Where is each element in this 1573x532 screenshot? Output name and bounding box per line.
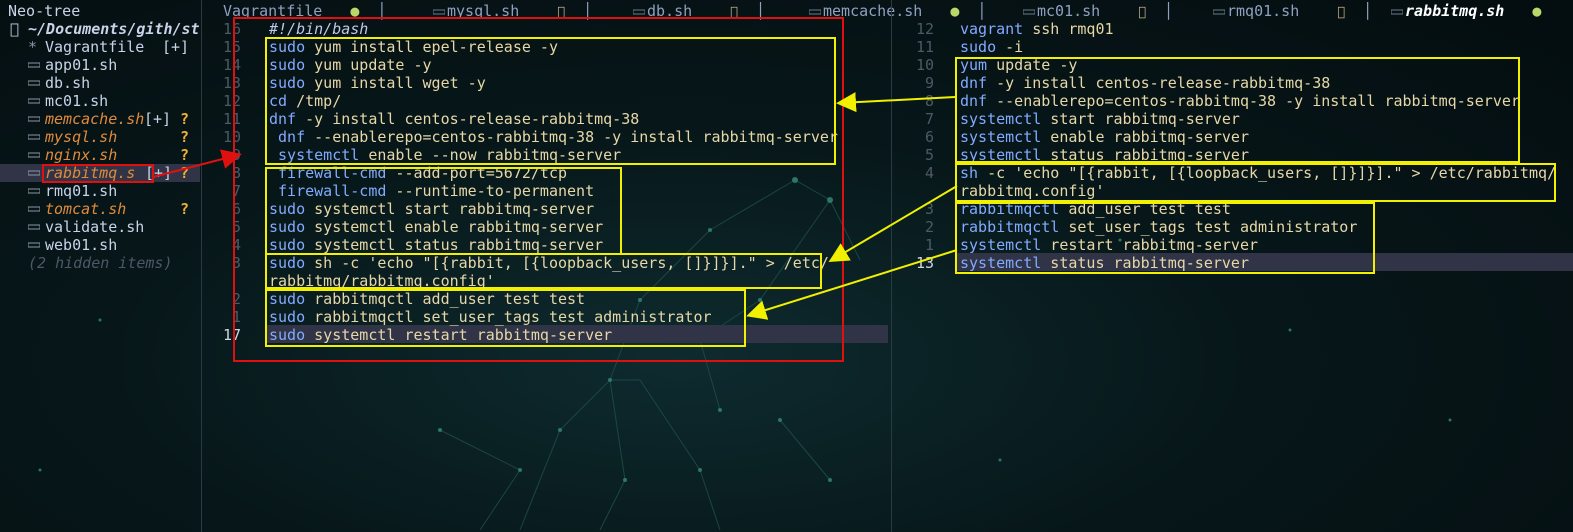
tree-item-label: tomcat.sh — [45, 200, 127, 218]
file-icon — [27, 218, 41, 236]
line-number: 13 — [915, 254, 934, 272]
line-number: 10 — [915, 56, 934, 74]
tree-item[interactable]: rmq01.sh — [0, 182, 200, 200]
tab-label: rmq01.sh — [1227, 2, 1300, 20]
tree-item[interactable]: db.sh — [0, 74, 200, 92]
line-number: 9 — [924, 74, 934, 92]
tab-rabbitmq-sh[interactable]: rabbitmq.sh ● — [1390, 2, 1542, 20]
tab-label: rabbitmq.sh — [1405, 2, 1505, 20]
modified-dot-icon: ● — [1532, 2, 1542, 20]
code-text: vagrant ssh rmq01 — [960, 20, 1114, 38]
sidebar-focus-box — [42, 164, 154, 183]
tree-item[interactable]: validate.sh — [0, 218, 200, 236]
folder-open-icon: 󰝰 — [10, 20, 20, 38]
line-number: 6 — [924, 128, 934, 146]
annotation-box-users — [265, 289, 746, 347]
git-untracked-icon: ? — [180, 110, 190, 128]
line-number: 4 — [924, 164, 934, 182]
tree-item[interactable]: nginx.sh? — [0, 146, 200, 164]
file-icon — [1390, 5, 1404, 19]
code-line[interactable]: 11 sudo -i — [898, 38, 1573, 56]
unsaved-marker: [+] — [162, 38, 190, 56]
tree-item-label: validate.sh — [45, 218, 145, 236]
file-icon — [27, 236, 41, 254]
tree-item[interactable]: app01.sh — [0, 56, 200, 74]
annotation-box-right-config — [955, 163, 1556, 202]
hidden-items-note: (2 hidden items) — [0, 254, 200, 272]
tab-separator: │ — [977, 2, 987, 20]
tree-item[interactable]: memcache.sh [+]? — [0, 110, 200, 128]
file-icon — [27, 146, 41, 164]
code-line[interactable]: 12 vagrant ssh rmq01 — [898, 20, 1573, 38]
tree-item[interactable]: web01.sh — [0, 236, 200, 254]
tree-item-label: mc01.sh — [45, 92, 109, 110]
line-number: 3 — [924, 200, 934, 218]
tree-item-label: db.sh — [45, 74, 91, 92]
tree-item[interactable]: mysql.sh? — [0, 128, 200, 146]
pane-divider[interactable] — [891, 0, 892, 532]
close-icon[interactable]: 󰩈 — [1337, 5, 1345, 20]
modified-marker-icon: * — [28, 38, 38, 56]
modified-dot-icon: ● — [950, 2, 960, 20]
code-text: sudo -i — [960, 38, 1024, 56]
tree-item[interactable]: tomcat.sh? — [0, 200, 200, 218]
tree-item-label: (2 hidden items) — [28, 254, 173, 272]
tree-item[interactable]: mc01.sh — [0, 92, 200, 110]
unsaved-marker: [+] — [144, 110, 172, 128]
line-number: 5 — [924, 146, 934, 164]
file-icon — [27, 200, 41, 218]
tab-rmq01-sh[interactable]: rmq01.sh 󰩈 │ — [1212, 2, 1373, 20]
tab-separator: │ — [1164, 2, 1174, 20]
root-path: ~/Documents/gith/st — [28, 20, 200, 38]
line-number: 8 — [924, 92, 934, 110]
line-number: 7 — [924, 110, 934, 128]
file-icon — [27, 110, 41, 128]
neo-tree-sidebar: Neo-tree 󰝰 ~/Documents/gith/st * Vagrantf… — [0, 0, 200, 532]
tree-item-label: Vagrantfile — [45, 38, 145, 56]
line-number: 12 — [915, 20, 934, 38]
tree-item[interactable]: * Vagrantfile [+] — [0, 38, 200, 56]
git-untracked-icon: ? — [180, 146, 190, 164]
tree-item-label: web01.sh — [45, 236, 118, 254]
annotation-box-install — [265, 37, 836, 165]
line-number: 1 — [924, 236, 934, 254]
file-icon — [1212, 5, 1226, 19]
file-icon — [27, 128, 41, 146]
file-icon — [27, 74, 41, 92]
tree-root[interactable]: 󰝰 ~/Documents/gith/st — [0, 20, 200, 38]
tab-mc01-sh[interactable]: mc01.sh 󰩈 │ — [1022, 2, 1174, 20]
close-icon[interactable]: 󰩈 — [1138, 5, 1146, 20]
annotation-box-right-install — [955, 57, 1520, 163]
file-icon — [27, 92, 41, 110]
tab-separator: │ — [1363, 2, 1373, 20]
pane-divider[interactable] — [201, 0, 202, 532]
tree-item-label: mysql.sh — [45, 128, 118, 146]
file-icon — [27, 182, 41, 200]
annotation-box-config — [265, 253, 822, 289]
tree-item-label: app01.sh — [45, 56, 118, 74]
git-untracked-icon: ? — [180, 164, 190, 182]
file-icon — [1022, 5, 1036, 19]
tree-item-label: memcache.sh — [45, 110, 145, 128]
git-untracked-icon: ? — [180, 200, 190, 218]
git-untracked-icon: ? — [180, 128, 190, 146]
file-icon — [27, 164, 41, 182]
file-icon — [27, 56, 41, 74]
annotation-box-right-users — [955, 202, 1375, 274]
sidebar-title: Neo-tree — [8, 2, 81, 20]
tree-item-label: nginx.sh — [45, 146, 118, 164]
line-number: 2 — [924, 218, 934, 236]
line-number: 11 — [915, 38, 934, 56]
tree-item-label: rmq01.sh — [45, 182, 118, 200]
annotation-box-firewall — [265, 167, 622, 255]
tab-label: mc01.sh — [1037, 2, 1101, 20]
